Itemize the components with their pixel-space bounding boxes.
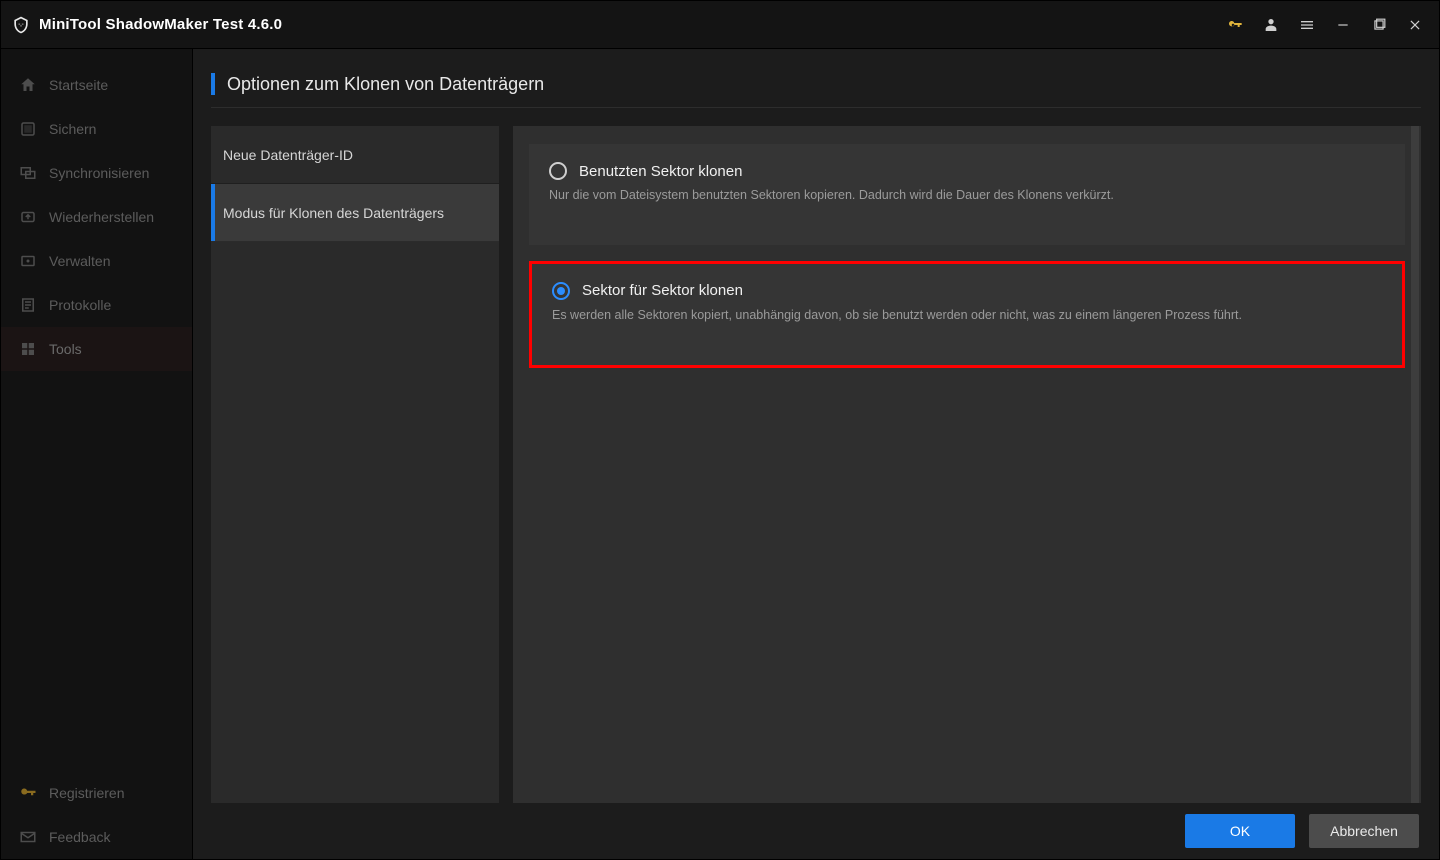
close-icon[interactable] [1407, 17, 1423, 33]
menu-icon[interactable] [1299, 17, 1315, 33]
ok-button[interactable]: OK [1185, 814, 1295, 848]
app-logo-icon [11, 15, 31, 35]
log-icon [19, 296, 37, 314]
titlebar-controls [1227, 17, 1429, 33]
radio-unchecked-icon[interactable] [549, 162, 567, 180]
sidebar-item-registrieren[interactable]: Registrieren [1, 771, 192, 815]
sidebar-item-label: Protokolle [49, 297, 111, 313]
accent-bar [211, 73, 215, 95]
sidebar-item-feedback[interactable]: Feedback [1, 815, 192, 859]
option-desc: Nur die vom Dateisystem benutzten Sektor… [549, 186, 1383, 205]
tools-icon [19, 340, 37, 358]
backup-icon [19, 120, 37, 138]
key-icon [19, 784, 37, 802]
option-used-sector[interactable]: Benutzten Sektor klonen Nur die vom Date… [529, 144, 1405, 245]
subpanel-item-disk-id[interactable]: Neue Datenträger-ID [211, 126, 499, 184]
option-head: Benutzten Sektor klonen [549, 162, 1383, 180]
option-sector-by-sector[interactable]: Sektor für Sektor klonen Es werden alle … [529, 261, 1405, 368]
option-title: Sektor für Sektor klonen [582, 282, 743, 299]
sidebar-item-tools[interactable]: Tools [1, 327, 192, 371]
restore-icon [19, 208, 37, 226]
titlebar: MiniTool ShadowMaker Test 4.6.0 [1, 1, 1439, 49]
maximize-icon[interactable] [1371, 17, 1387, 33]
app-body: Startseite Sichern Synchronisieren Wiede… [1, 49, 1439, 859]
sidebar-item-label: Feedback [49, 829, 110, 845]
home-icon [19, 76, 37, 94]
sidebar-item-label: Registrieren [49, 785, 124, 801]
subpanel: Neue Datenträger-ID Modus für Klonen des… [211, 126, 499, 803]
sidebar-item-protokolle[interactable]: Protokolle [1, 283, 192, 327]
minimize-icon[interactable] [1335, 17, 1351, 33]
dialog-footer: OK Abbrechen [193, 803, 1439, 859]
sidebar-item-label: Tools [49, 341, 82, 357]
sidebar: Startseite Sichern Synchronisieren Wiede… [1, 49, 193, 859]
option-desc: Es werden alle Sektoren kopiert, unabhän… [552, 306, 1380, 325]
subpanel-item-clone-mode[interactable]: Modus für Klonen des Datenträgers [211, 184, 499, 242]
sidebar-item-sichern[interactable]: Sichern [1, 107, 192, 151]
sidebar-item-synchronisieren[interactable]: Synchronisieren [1, 151, 192, 195]
sidebar-item-wiederherstellen[interactable]: Wiederherstellen [1, 195, 192, 239]
user-icon[interactable] [1263, 17, 1279, 33]
sidebar-item-verwalten[interactable]: Verwalten [1, 239, 192, 283]
subpanel-item-label: Neue Datenträger-ID [223, 147, 353, 163]
manage-icon [19, 252, 37, 270]
app-title: MiniTool ShadowMaker Test 4.6.0 [39, 16, 282, 33]
sidebar-item-label: Verwalten [49, 253, 110, 269]
sync-icon [19, 164, 37, 182]
sidebar-item-label: Sichern [49, 121, 96, 137]
main-panel: Optionen zum Klonen von Datenträgern Neu… [193, 49, 1439, 859]
mail-icon [19, 828, 37, 846]
option-head: Sektor für Sektor klonen [552, 282, 1380, 300]
sidebar-item-label: Wiederherstellen [49, 209, 154, 225]
scrollbar[interactable] [1411, 126, 1419, 803]
subpanel-item-label: Modus für Klonen des Datenträgers [223, 205, 444, 221]
option-title: Benutzten Sektor klonen [579, 163, 742, 180]
radio-checked-icon[interactable] [552, 282, 570, 300]
app-window: MiniTool ShadowMaker Test 4.6.0 [0, 0, 1440, 860]
sidebar-bottom: Registrieren Feedback [1, 771, 192, 859]
sidebar-item-startseite[interactable]: Startseite [1, 63, 192, 107]
sidebar-item-label: Synchronisieren [49, 165, 149, 181]
page-header: Optionen zum Klonen von Datenträgern [211, 49, 1421, 108]
content-row: Neue Datenträger-ID Modus für Klonen des… [193, 108, 1439, 803]
key-icon[interactable] [1227, 17, 1243, 33]
cancel-button[interactable]: Abbrechen [1309, 814, 1419, 848]
page-title: Optionen zum Klonen von Datenträgern [227, 74, 544, 95]
options-panel: Benutzten Sektor klonen Nur die vom Date… [513, 126, 1421, 803]
sidebar-spacer [1, 371, 192, 771]
sidebar-item-label: Startseite [49, 77, 108, 93]
